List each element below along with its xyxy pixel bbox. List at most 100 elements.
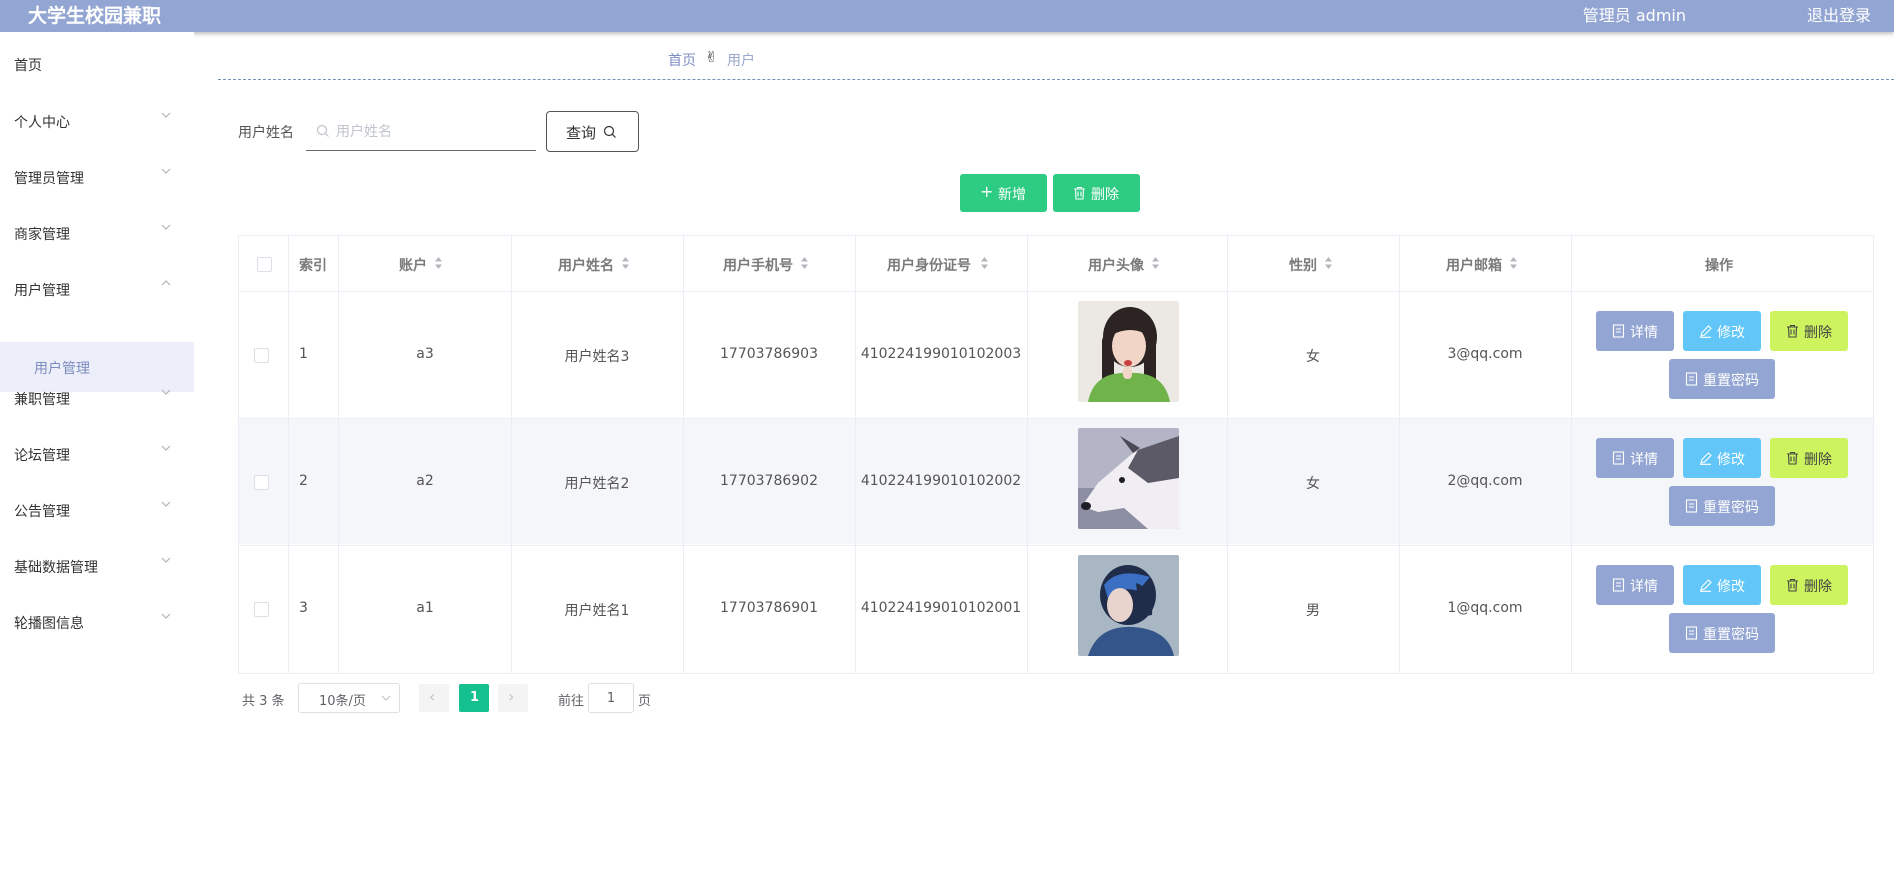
column-header-avatar[interactable]: 用户头像 — [1088, 255, 1144, 275]
chevron-down-icon — [161, 613, 171, 619]
pencil-icon — [1700, 579, 1712, 592]
edit-button[interactable]: 修改 — [1683, 311, 1761, 351]
sidebar-item-home[interactable]: 首页 — [0, 49, 194, 79]
row-checkbox[interactable] — [254, 602, 269, 617]
column-header-actions: 操作 — [1705, 258, 1733, 274]
reset-password-button[interactable]: 重置密码 — [1669, 486, 1775, 526]
sidebar-item-carousel[interactable]: 轮播图信息 — [0, 607, 194, 637]
column-header-id-card[interactable]: 用户身份证号 — [887, 255, 971, 275]
sidebar-item-admin-mgmt[interactable]: 管理员管理 — [0, 162, 194, 192]
search-field — [306, 112, 536, 151]
sort-icon[interactable] — [980, 256, 989, 270]
delete-button[interactable]: 删除 — [1770, 565, 1848, 605]
column-header-name[interactable]: 用户姓名 — [558, 255, 614, 275]
app-title: 大学生校园兼职 — [28, 5, 162, 27]
avatar-image[interactable] — [1078, 428, 1179, 529]
column-header-phone[interactable]: 用户手机号 — [723, 255, 793, 275]
logout-button[interactable]: 退出登录 — [1807, 2, 1871, 26]
breadcrumb-current: 用户 — [727, 53, 755, 69]
sidebar-item-label: 论坛管理 — [14, 448, 70, 464]
edit-button[interactable]: 修改 — [1683, 565, 1761, 605]
plus-icon: + — [980, 182, 994, 201]
column-divider — [1571, 236, 1572, 673]
delete-button-label: 删除 — [1804, 325, 1832, 341]
sidebar-item-label: 管理员管理 — [14, 171, 84, 187]
sidebar-item-parttime-mgmt[interactable]: 兼职管理 — [0, 383, 194, 413]
search-icon — [603, 125, 616, 138]
prev-page-button[interactable]: ‹ — [419, 684, 449, 712]
select-all-checkbox[interactable] — [257, 257, 272, 272]
detail-button-label: 详情 — [1630, 325, 1658, 341]
next-page-button[interactable]: › — [498, 684, 528, 712]
sort-icon[interactable] — [1324, 256, 1333, 270]
pagination-total: 共 3 条 — [242, 694, 285, 709]
column-divider — [1027, 236, 1028, 673]
cell-gender: 男 — [1306, 603, 1320, 619]
sidebar-item-personal-center[interactable]: 个人中心 — [0, 106, 194, 136]
row-checkbox[interactable] — [254, 348, 269, 363]
query-button[interactable]: 查询 — [546, 111, 639, 152]
cell-account: a1 — [416, 600, 434, 616]
page-size-value: 10条/页 — [319, 694, 366, 709]
reset-password-button[interactable]: 重置密码 — [1669, 359, 1775, 399]
chevron-down-icon — [161, 168, 171, 174]
detail-button[interactable]: 详情 — [1596, 311, 1674, 351]
cell-id-card: 410224199010102003 — [860, 346, 1022, 362]
cell-id-card: 410224199010102001 — [860, 600, 1022, 616]
sidebar-item-forum-mgmt[interactable]: 论坛管理 — [0, 439, 194, 469]
trash-icon — [1787, 578, 1798, 592]
page-number-current[interactable]: 1 — [459, 684, 489, 712]
trash-icon — [1787, 451, 1798, 465]
bulk-delete-button[interactable]: 删除 — [1053, 174, 1140, 212]
sidebar-item-label: 商家管理 — [14, 227, 70, 243]
edit-button-label: 修改 — [1717, 325, 1745, 341]
breadcrumb-home[interactable]: 首页 — [668, 50, 696, 70]
user-table: 索引 账户 用户姓名 用户手机号 用户身份证号 用户头像 性别 用户邮箱 操作 … — [238, 235, 1874, 674]
column-header-gender[interactable]: 性别 — [1289, 255, 1317, 275]
goto-page-input[interactable] — [588, 683, 634, 713]
sort-icon[interactable] — [1151, 256, 1160, 270]
delete-button[interactable]: 删除 — [1770, 311, 1848, 351]
document-icon — [1685, 626, 1698, 640]
avatar-image[interactable] — [1078, 301, 1179, 402]
detail-button[interactable]: 详情 — [1596, 438, 1674, 478]
document-icon — [1685, 499, 1698, 513]
column-header-account[interactable]: 账户 — [399, 255, 427, 275]
page-size-select[interactable]: 10条/页 — [298, 683, 400, 713]
add-button[interactable]: + 新增 — [960, 174, 1047, 212]
delete-button-label: 删除 — [1804, 579, 1832, 595]
sidebar-item-merchant-mgmt[interactable]: 商家管理 — [0, 218, 194, 248]
sort-icon[interactable] — [434, 256, 443, 270]
chevron-down-icon — [381, 695, 391, 701]
sort-icon[interactable] — [621, 256, 630, 270]
search-icon — [316, 124, 329, 137]
chevron-down-icon — [161, 445, 171, 451]
sidebar-item-label: 首页 — [14, 58, 42, 74]
cell-gender: 女 — [1306, 349, 1320, 365]
edit-button-label: 修改 — [1717, 579, 1745, 595]
reset-password-label: 重置密码 — [1703, 627, 1759, 643]
edit-button[interactable]: 修改 — [1683, 438, 1761, 478]
sort-icon[interactable] — [1509, 256, 1518, 270]
column-header-email[interactable]: 用户邮箱 — [1446, 255, 1502, 275]
cell-index: 1 — [299, 346, 308, 362]
search-label: 用户姓名 — [238, 125, 294, 141]
cell-name: 用户姓名2 — [564, 476, 630, 492]
row-checkbox[interactable] — [254, 475, 269, 490]
chevron-down-icon — [161, 501, 171, 507]
avatar-image[interactable] — [1078, 555, 1179, 656]
cell-email: 3@qq.com — [1447, 346, 1523, 362]
admin-label: 管理员 admin — [1582, 6, 1686, 25]
search-input[interactable] — [334, 118, 533, 146]
sidebar-item-basic-data[interactable]: 基础数据管理 — [0, 551, 194, 581]
sidebar-subitem-label: 用户管理 — [34, 361, 90, 377]
sidebar-item-user-mgmt[interactable]: 用户管理 — [0, 274, 194, 304]
delete-button[interactable]: 删除 — [1770, 438, 1848, 478]
chevron-down-icon — [161, 112, 171, 118]
sidebar-item-notice-mgmt[interactable]: 公告管理 — [0, 495, 194, 525]
cell-phone: 17703786902 — [720, 473, 818, 489]
sort-icon[interactable] — [800, 256, 809, 270]
reset-password-button[interactable]: 重置密码 — [1669, 613, 1775, 653]
document-icon — [1612, 451, 1625, 465]
detail-button[interactable]: 详情 — [1596, 565, 1674, 605]
